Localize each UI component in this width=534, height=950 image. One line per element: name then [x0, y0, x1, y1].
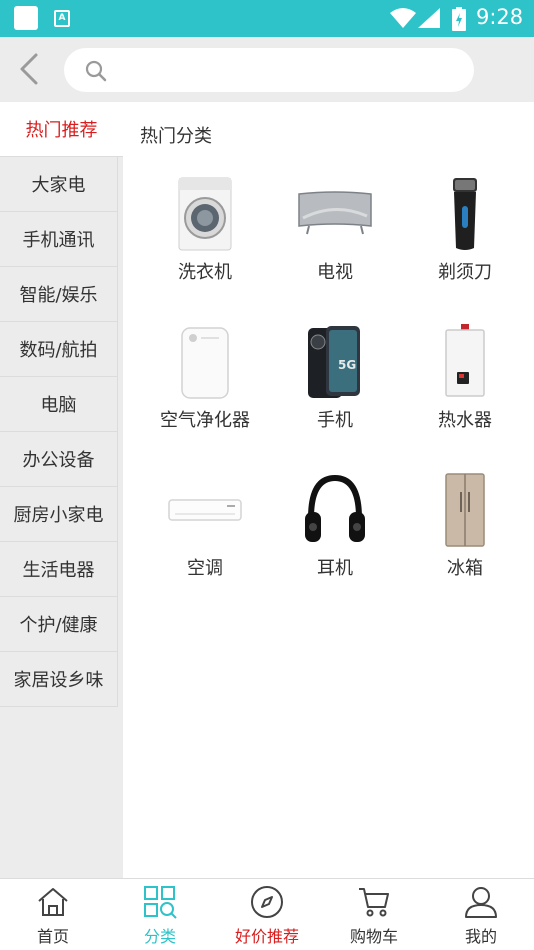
accessibility-a-icon: A	[54, 10, 70, 27]
sidebar-item-home-living[interactable]: 家居设乡味	[0, 652, 118, 707]
air-conditioner-icon	[165, 470, 245, 550]
tab-cart[interactable]: 购物车	[321, 879, 427, 950]
category-tile-washing-machine[interactable]: 洗衣机	[140, 174, 270, 314]
sidebar-item-label: 电脑	[40, 395, 77, 416]
sidebar-item-phones[interactable]: 手机通讯	[0, 212, 118, 267]
category-tile-shaver[interactable]: 剃须刀	[400, 174, 530, 314]
category-tile-tv[interactable]: 电视	[270, 174, 400, 314]
category-tile-air-conditioner[interactable]: 空调	[140, 470, 270, 610]
sidebar-item-large-appliances[interactable]: 大家电	[0, 157, 118, 212]
sidebar-item-home-appliances[interactable]: 生活电器	[0, 542, 118, 597]
wifi-icon	[390, 8, 416, 28]
fridge-icon	[425, 470, 505, 550]
category-tile-phone[interactable]: 5G 手机	[270, 322, 400, 462]
sidebar-item-digital-drones[interactable]: 数码/航拍	[0, 322, 118, 377]
category-tile-fridge[interactable]: 冰箱	[400, 470, 530, 610]
sidebar-item-computers[interactable]: 电脑	[0, 377, 118, 432]
sidebar-item-label: 个护/健康	[19, 615, 98, 636]
sidebar-item-label: 家居设乡味	[13, 670, 104, 691]
category-tile-water-heater[interactable]: 热水器	[400, 322, 530, 462]
section-title: 热门分类	[140, 126, 212, 147]
search-header	[0, 37, 534, 102]
search-input[interactable]	[116, 54, 456, 86]
user-icon	[465, 887, 497, 918]
sidebar-item-label: 生活电器	[22, 560, 95, 581]
water-heater-icon	[425, 322, 505, 402]
category-label: 空气净化器	[160, 410, 250, 431]
tab-label: 购物车	[349, 927, 398, 946]
back-chevron-icon[interactable]	[12, 49, 48, 89]
category-sidebar: 热门推荐 大家电 手机通讯 智能/娱乐 数码/航拍 电脑 办公设备 厨房小家电 …	[0, 102, 123, 878]
category-label: 剃须刀	[438, 262, 492, 283]
sidebar-item-hot[interactable]: 热门推荐	[0, 102, 123, 157]
air-purifier-icon	[165, 322, 245, 402]
category-label: 冰箱	[447, 558, 483, 579]
bottom-tab-bar: 首页 分类 好价推荐 购物车 我的	[0, 878, 534, 950]
washing-machine-icon	[165, 174, 245, 254]
sidebar-item-label: 手机通讯	[22, 230, 95, 251]
headphones-icon	[295, 470, 375, 550]
category-tile-air-purifier[interactable]: 空气净化器	[140, 322, 270, 462]
search-icon	[85, 60, 107, 82]
category-label: 洗衣机	[178, 262, 232, 283]
sidebar-item-label: 热门推荐	[25, 120, 98, 141]
phone-icon: 5G	[295, 322, 375, 402]
tab-home[interactable]: 首页	[0, 879, 106, 950]
sidebar-item-kitchen[interactable]: 厨房小家电	[0, 487, 118, 542]
category-content: 热门分类 洗衣机 电视 剃须刀 空气净化器 5G 手机 热水器 空调 耳机 冰箱	[123, 102, 534, 878]
search-bar[interactable]	[64, 48, 474, 92]
tab-deals[interactable]: 好价推荐	[214, 879, 320, 950]
sidebar-item-office[interactable]: 办公设备	[0, 432, 118, 487]
battery-icon	[452, 7, 466, 31]
tab-category[interactable]: 分类	[107, 879, 213, 950]
tab-label: 首页	[36, 927, 69, 946]
tab-profile[interactable]: 我的	[428, 879, 534, 950]
category-label: 热水器	[438, 410, 492, 431]
app-square-icon	[14, 6, 38, 30]
tab-label: 好价推荐	[234, 927, 299, 946]
category-label: 空调	[187, 558, 223, 579]
sidebar-item-smart-entertainment[interactable]: 智能/娱乐	[0, 267, 118, 322]
category-label: 耳机	[317, 558, 353, 579]
cell-signal-icon	[418, 8, 440, 28]
tab-label: 我的	[464, 927, 497, 946]
sidebar-item-personal-care[interactable]: 个护/健康	[0, 597, 118, 652]
category-label: 手机	[317, 410, 353, 431]
shaver-icon	[425, 174, 505, 254]
tab-label: 分类	[143, 927, 176, 946]
tv-icon	[295, 174, 375, 254]
home-icon	[38, 888, 68, 916]
sidebar-item-label: 办公设备	[22, 450, 95, 471]
compass-icon	[251, 886, 283, 918]
sidebar-item-label: 智能/娱乐	[19, 285, 98, 306]
category-tile-headphones[interactable]: 耳机	[270, 470, 400, 610]
category-grid-icon	[144, 886, 177, 919]
sidebar-item-label: 厨房小家电	[13, 505, 104, 526]
status-bar: A 9:28	[0, 0, 534, 37]
svg-text:5G: 5G	[338, 358, 356, 372]
clock-time: 9:28	[476, 5, 524, 29]
cart-icon	[359, 888, 389, 917]
sidebar-item-label: 大家电	[31, 175, 86, 196]
category-label: 电视	[317, 262, 353, 283]
sidebar-item-label: 数码/航拍	[19, 340, 98, 361]
